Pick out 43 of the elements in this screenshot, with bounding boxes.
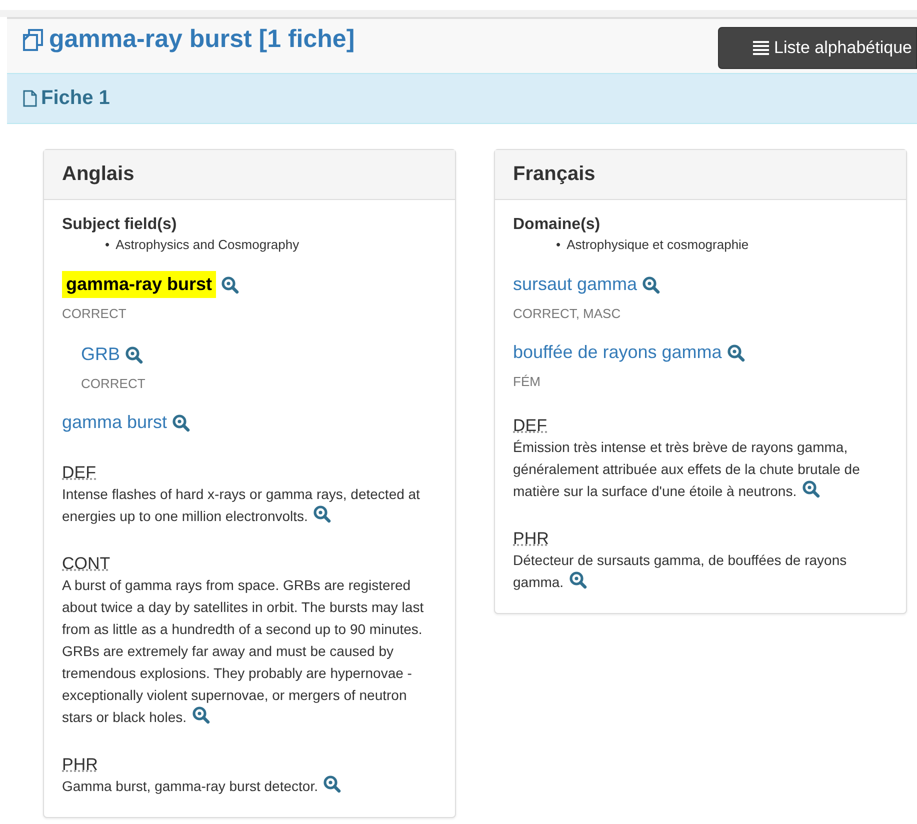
term-link[interactable]: sursaut gamma bbox=[513, 271, 638, 298]
subject-field-label: Subject field(s) bbox=[62, 216, 177, 234]
magnifier-icon[interactable] bbox=[568, 571, 587, 589]
subject-field-item: Astrophysics and Cosmography bbox=[116, 236, 300, 253]
term-status: FÉM bbox=[513, 374, 542, 389]
magnifier-icon[interactable] bbox=[312, 505, 331, 523]
note-label: PHR bbox=[513, 530, 549, 548]
note-text: Intense flashes of hard x-rays or gamma rays, detected at energies up to one million electronvolts. bbox=[62, 485, 421, 526]
magnifier-icon[interactable] bbox=[172, 414, 190, 432]
magnifier-icon[interactable] bbox=[192, 706, 210, 724]
term-status: CORRECT bbox=[62, 306, 128, 321]
magnifier-icon[interactable] bbox=[726, 344, 745, 362]
list-icon bbox=[752, 41, 769, 55]
bullet-mark: • bbox=[556, 236, 561, 253]
term-link[interactable]: gamma burst bbox=[62, 409, 168, 436]
note-label: CONT bbox=[62, 555, 110, 573]
magnifier-icon[interactable] bbox=[125, 346, 144, 364]
document-icon bbox=[23, 90, 37, 107]
page-title: gamma-ray burst [1 fiche] bbox=[49, 25, 355, 54]
record-title: Fiche 1 bbox=[41, 87, 110, 110]
term-link[interactable]: GRB bbox=[81, 341, 120, 368]
term-link[interactable]: gamma-ray burst bbox=[62, 271, 216, 298]
term-status: CORRECT, MASC bbox=[513, 306, 622, 321]
alphabetical-list-button[interactable]: Liste alphabétique bbox=[718, 27, 917, 69]
note-label: DEF bbox=[62, 464, 96, 482]
magnifier-icon[interactable] bbox=[802, 480, 820, 498]
note-text: Détecteur de sursauts gamma, de bouffées de rayons gamma. bbox=[513, 551, 848, 592]
copy-icon bbox=[22, 28, 44, 50]
magnifier-icon[interactable] bbox=[642, 276, 660, 294]
note-label: PHR bbox=[62, 756, 98, 774]
note-label: DEF bbox=[513, 417, 547, 435]
subject-field-item: Astrophysique et cosmographie bbox=[566, 236, 749, 253]
note-text: A burst of gamma rays from space. GRBs are registered about twice a day by satellites in orbit. The bursts may last from as little as a hundredth of a second up to 90 minutes. GRBs are extremely far away and must be caused by tremendous explosions. They probably are hypernovae - exceptionally violent supernovae, or mergers of neutron stars or black holes. bbox=[62, 576, 425, 727]
bullet-mark: • bbox=[105, 236, 110, 253]
language-heading: Français bbox=[513, 163, 596, 186]
subject-field-label: Domaine(s) bbox=[513, 216, 600, 234]
term-link[interactable]: bouffée de rayons gamma bbox=[513, 339, 722, 366]
note-text: Gamma burst, gamma-ray burst detector. bbox=[62, 775, 437, 797]
language-heading: Anglais bbox=[62, 163, 134, 186]
note-text: Émission très intense et très brève de rayons gamma, généralement attribuée aux effets de la chute brutale de matière sur la surface d'une étoile à neutrons. bbox=[513, 438, 861, 501]
term-status: CORRECT bbox=[81, 376, 146, 391]
magnifier-icon[interactable] bbox=[322, 775, 341, 793]
magnifier-icon[interactable] bbox=[221, 276, 240, 294]
